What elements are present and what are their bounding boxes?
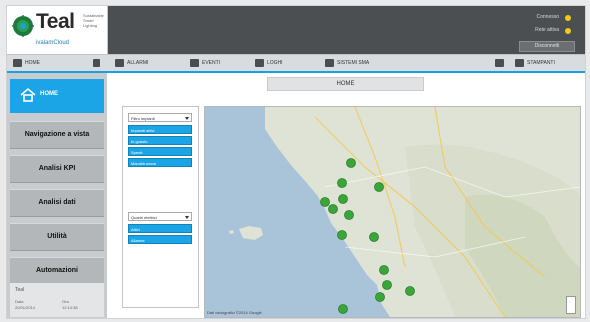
map-view[interactable]: Dati cartografici ©2014 Google: [204, 106, 581, 318]
plants-filter-select[interactable]: Filtro impianti: [128, 113, 192, 122]
map-credit: Dati cartografici ©2014 Google: [207, 310, 262, 315]
menu-icon: [93, 58, 100, 67]
date-value: 20/01/2014: [15, 305, 36, 310]
home-icon: [20, 87, 36, 102]
chevron-down-icon: [185, 117, 189, 120]
filter-option[interactable]: Manutenzione: [128, 158, 192, 167]
printer-icon: [515, 58, 524, 67]
toolbar-sound[interactable]: [495, 58, 507, 68]
filter-option[interactable]: Spenti: [128, 147, 192, 156]
toolbar-menu[interactable]: [93, 58, 103, 68]
header-status: Connesso Rete attiva Disconnetti: [501, 10, 579, 52]
sidebar-footer: Teal Data 20/01/2014 Ora 12:14:38: [10, 283, 104, 317]
status-line: Rete attiva: [501, 27, 573, 35]
alarm-icon: [115, 58, 124, 67]
status-line: Connesso: [501, 14, 573, 22]
disconnect-button[interactable]: Disconnetti: [519, 41, 575, 52]
logo-icon: [12, 15, 34, 37]
events-icon: [190, 58, 199, 67]
speaker-icon: [495, 58, 504, 67]
sidebar-item-home[interactable]: HOME: [10, 79, 104, 113]
map-canvas[interactable]: [205, 107, 580, 317]
main-content: HOME Filtro impianti Impianti attivi In …: [107, 73, 585, 318]
filter-option[interactable]: Impianti attivi: [128, 125, 192, 134]
toolbar-printers[interactable]: STAMPANTI: [515, 58, 555, 68]
filter-option[interactable]: Attivi: [128, 224, 192, 233]
map-zoom-control[interactable]: [566, 296, 576, 314]
status-dot-icon: [565, 28, 571, 34]
home-icon: [13, 58, 22, 67]
sidebar: HOME Navigazione a vista Analisi KPI Ana…: [7, 73, 107, 318]
app-window: Teal Sustainable Smart Lighting ivalamCl…: [6, 5, 586, 319]
toolbar-events[interactable]: EVENTI: [190, 58, 220, 68]
brand-logo[interactable]: Teal Sustainable Smart Lighting ivalamCl…: [7, 6, 108, 54]
chevron-down-icon: [185, 216, 189, 219]
sidebar-item-automations[interactable]: Automazioni: [10, 257, 104, 285]
status-dot-icon: [565, 15, 571, 21]
sidebar-item-utilities[interactable]: Utilità: [10, 223, 104, 251]
toolbar-alarms[interactable]: ALLARMI: [115, 58, 148, 68]
main-toolbar: HOME ALLARMI EVENTI LOGHI SISTEMI SMA ST…: [7, 54, 585, 73]
page-title: HOME: [267, 77, 424, 91]
filter-panel: Filtro impianti Impianti attivi In guast…: [122, 106, 199, 308]
sidebar-item-navigation[interactable]: Navigazione a vista: [10, 121, 104, 149]
sidebar-item-label: HOME: [40, 91, 58, 97]
sidebar-item-kpi[interactable]: Analisi KPI: [10, 155, 104, 183]
filter-option[interactable]: In guasto: [128, 136, 192, 145]
time-value: 12:14:38: [62, 305, 78, 310]
network-icon: [325, 58, 334, 67]
toolbar-logs[interactable]: LOGHI: [255, 58, 283, 68]
app-header: Teal Sustainable Smart Lighting ivalamCl…: [7, 6, 585, 54]
filter-option[interactable]: Allarme: [128, 235, 192, 244]
toolbar-systems[interactable]: SISTEMI SMA: [325, 58, 369, 68]
sidebar-item-data-analysis[interactable]: Analisi dati: [10, 189, 104, 217]
brand-subtitle: ivalamCloud: [36, 40, 70, 46]
toolbar-home[interactable]: HOME: [13, 58, 40, 68]
brand-tagline: Sustainable Smart Lighting: [83, 13, 104, 28]
panels-filter-select[interactable]: Quadri elettrici: [128, 212, 192, 221]
chart-icon: [255, 58, 264, 67]
brand-name: Teal: [36, 10, 75, 33]
